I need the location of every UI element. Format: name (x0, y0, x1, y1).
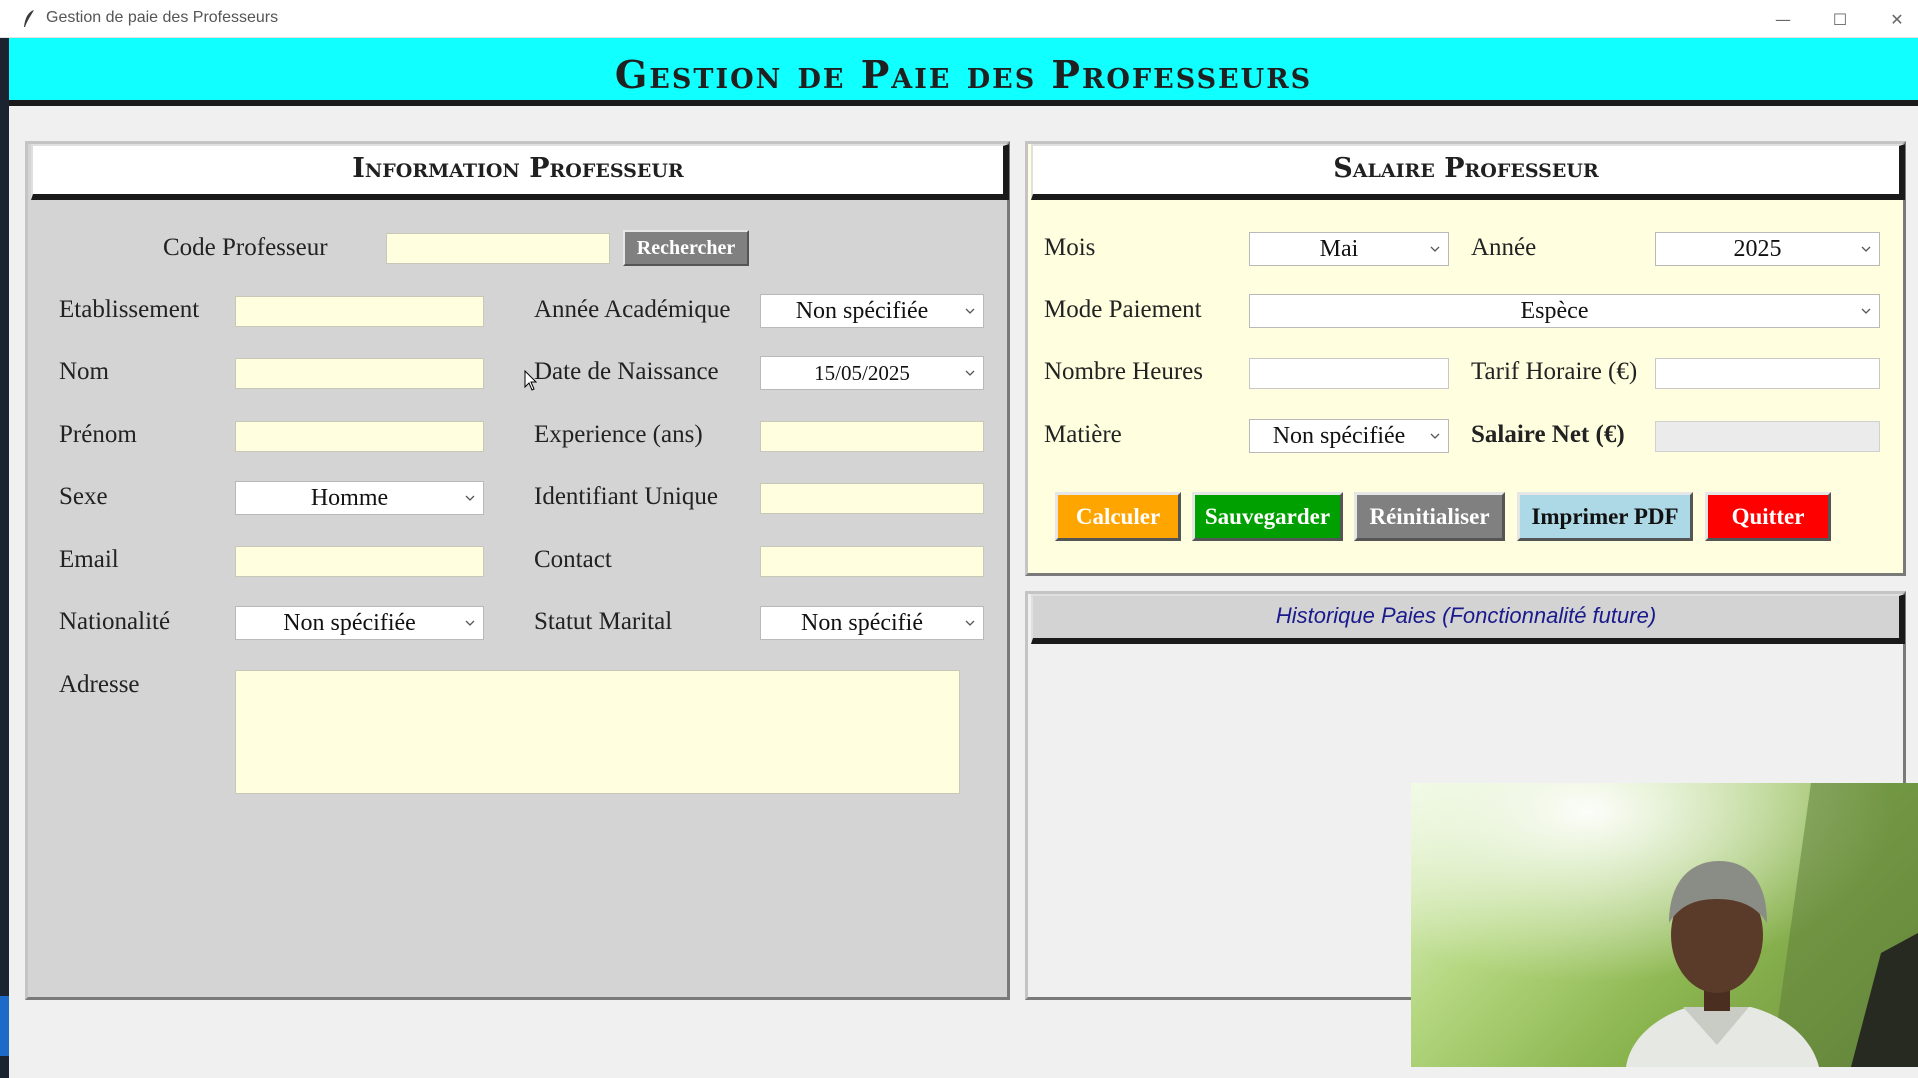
chevron-down-icon (465, 620, 475, 626)
date-naissance-label: Date de Naissance (534, 358, 719, 385)
mode-paiement-value: Espèce (1520, 297, 1589, 324)
chevron-down-icon (1861, 308, 1871, 314)
salary-panel-title: Salaire Professeur (1031, 144, 1905, 200)
webcam-overlay (1411, 783, 1918, 1067)
date-naissance-value: 15/05/2025 (814, 360, 910, 385)
chevron-down-icon (965, 308, 975, 314)
annee-select[interactable]: 2025 (1655, 232, 1880, 266)
chevron-down-icon (465, 495, 475, 501)
search-button[interactable]: Rechercher (623, 230, 749, 266)
mois-select[interactable]: Mai (1249, 232, 1449, 266)
matiere-label: Matière (1044, 421, 1122, 448)
adresse-textarea[interactable] (235, 670, 960, 794)
chevron-down-icon (1430, 433, 1440, 439)
sauvegarder-button[interactable]: Sauvegarder (1192, 492, 1343, 541)
mois-value: Mai (1319, 235, 1359, 262)
close-button[interactable]: ✕ (1874, 4, 1918, 34)
presenter-video-image (1411, 783, 1918, 1067)
adresse-label: Adresse (59, 671, 140, 698)
app-title: Gestion de Paie des Professeurs (614, 52, 1313, 97)
close-icon: ✕ (1890, 9, 1904, 29)
contact-label: Contact (534, 546, 612, 573)
identifiant-label: Identifiant Unique (534, 483, 718, 510)
nationalite-select[interactable]: Non spécifiée (235, 606, 484, 640)
tarif-horaire-input[interactable] (1655, 358, 1880, 389)
etablissement-input[interactable] (235, 296, 484, 327)
annee-academique-select[interactable]: Non spécifiée (760, 294, 984, 328)
maximize-icon: ☐ (1832, 9, 1848, 29)
nombre-heures-label: Nombre Heures (1044, 358, 1203, 385)
maximize-button[interactable]: ☐ (1817, 4, 1863, 34)
minimize-button[interactable]: — (1760, 4, 1806, 34)
sexe-select[interactable]: Homme (235, 481, 484, 515)
sexe-label: Sexe (59, 483, 108, 510)
chevron-down-icon (1861, 246, 1871, 252)
window-title: Gestion de paie des Professeurs (46, 9, 279, 26)
contact-input[interactable] (760, 546, 984, 577)
desktop-edge (0, 38, 9, 1078)
nom-input[interactable] (235, 358, 484, 389)
salaire-net-output (1655, 421, 1880, 452)
statut-marital-label: Statut Marital (534, 608, 673, 635)
matiere-value: Non spécifiée (1272, 422, 1406, 449)
etablissement-label: Etablissement (59, 296, 200, 323)
reinitialiser-button[interactable]: Réinitialiser (1354, 492, 1505, 541)
window-titlebar: Gestion de paie des Professeurs — ☐ ✕ (0, 0, 1918, 38)
statut-marital-value: Non spécifié (801, 609, 923, 636)
mois-label: Mois (1044, 234, 1096, 261)
mouse-cursor-icon (524, 370, 538, 391)
chevron-down-icon (965, 370, 975, 376)
chevron-down-icon (1430, 246, 1440, 252)
minimize-icon: — (1775, 9, 1791, 29)
annee-academique-value: Non spécifiée (795, 297, 929, 324)
email-input[interactable] (235, 546, 484, 577)
calculer-button[interactable]: Calculer (1055, 492, 1181, 541)
identifiant-input[interactable] (760, 483, 984, 514)
annee-value: 2025 (1733, 235, 1782, 262)
app-banner: Gestion de Paie des Professeurs (9, 38, 1918, 106)
info-panel: Information Professeur Code Professeur R… (25, 141, 1010, 1000)
prenom-input[interactable] (235, 421, 484, 452)
nationalite-label: Nationalité (59, 608, 171, 635)
code-professeur-input[interactable] (386, 233, 610, 264)
info-panel-title: Information Professeur (31, 144, 1009, 200)
salaire-net-label: Salaire Net (€) (1471, 421, 1625, 448)
feather-icon (24, 10, 34, 27)
sexe-value: Homme (310, 484, 389, 511)
nombre-heures-input[interactable] (1249, 358, 1449, 389)
nom-label: Nom (59, 358, 109, 385)
annee-label: Année (1471, 234, 1537, 261)
chevron-down-icon (965, 620, 975, 626)
experience-input[interactable] (760, 421, 984, 452)
history-panel-title: Historique Paies (Fonctionnalité future) (1031, 594, 1905, 644)
statut-marital-select[interactable]: Non spécifié (760, 606, 984, 640)
annee-academique-label: Année Académique (534, 296, 731, 323)
date-naissance-picker[interactable]: 15/05/2025 (760, 356, 984, 390)
imprimer-pdf-button[interactable]: Imprimer PDF (1517, 492, 1693, 541)
tarif-horaire-label: Tarif Horaire (€) (1471, 358, 1638, 385)
email-label: Email (59, 546, 119, 573)
nationalite-value: Non spécifiée (283, 609, 416, 636)
experience-label: Experience (ans) (534, 421, 703, 448)
mode-paiement-select[interactable]: Espèce (1249, 294, 1880, 328)
salary-panel: Salaire Professeur Mois Mai Année 2025 M… (1025, 141, 1906, 576)
prenom-label: Prénom (59, 421, 137, 448)
quitter-button[interactable]: Quitter (1705, 492, 1831, 541)
matiere-select[interactable]: Non spécifiée (1249, 419, 1449, 453)
code-professeur-label: Code Professeur (163, 234, 328, 261)
mode-paiement-label: Mode Paiement (1044, 296, 1202, 323)
